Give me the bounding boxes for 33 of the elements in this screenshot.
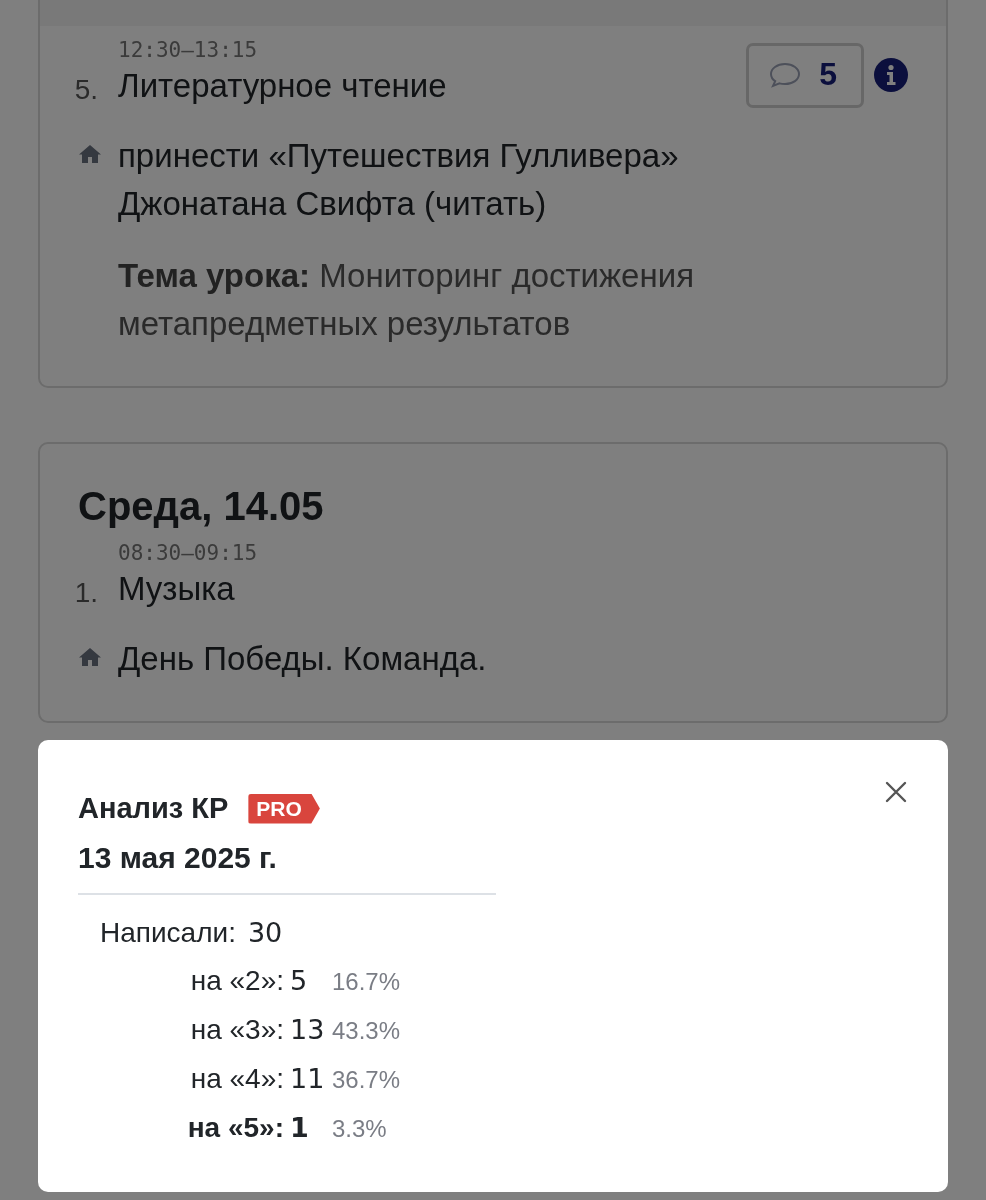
stat-value: 30 <box>247 916 283 950</box>
grade-count: 11 <box>290 1062 326 1096</box>
grade-count: 13 <box>290 1013 326 1047</box>
grade-percent: 3.3% <box>331 1114 388 1144</box>
grade-percent: 16.7% <box>331 967 402 997</box>
stat-label: Написали: <box>100 916 236 950</box>
grade-label: на «3»: <box>189 1013 285 1047</box>
grade-label: на «5»: <box>186 1111 285 1145</box>
lesson-time: 08:30–09:15 <box>118 540 259 567</box>
dialog-date: 13 мая 2025 г. <box>78 825 496 895</box>
grade-label: на «4»: <box>189 1062 285 1096</box>
homework-text: принести «Путешествия Гулливера» Джонатана Свифта (читать) <box>118 136 680 224</box>
grade-count: 5 <box>290 964 309 998</box>
lesson-subject[interactable]: Музыка <box>118 567 946 611</box>
homework-text: День Победы. Команда. <box>118 639 487 679</box>
dialog-title: Анализ КР <box>78 792 229 825</box>
comment-icon <box>769 61 802 88</box>
home-icon <box>78 647 102 667</box>
lesson-number: 1. <box>73 577 99 609</box>
lesson-topic: Тема урока: Мониторинг достижения метапредметных результатов <box>117 256 695 344</box>
lesson-subject[interactable]: Литературное чтение <box>118 64 747 108</box>
grade-count: 1 <box>290 1111 310 1145</box>
pro-badge: PRO <box>248 793 320 824</box>
lesson-number: 5. <box>73 74 99 106</box>
day-title: Среда, 14.05 <box>77 483 325 529</box>
grade-percent: 43.3% <box>331 1016 402 1046</box>
info-icon[interactable] <box>874 58 908 92</box>
home-icon <box>78 144 102 164</box>
comments-button[interactable]: 5 <box>746 43 864 108</box>
grade-label: на «2»: <box>189 964 285 998</box>
close-button[interactable] <box>884 780 908 804</box>
lesson-time: 12:30–13:15 <box>118 37 259 64</box>
grade-percent: 36.7% <box>331 1065 402 1095</box>
